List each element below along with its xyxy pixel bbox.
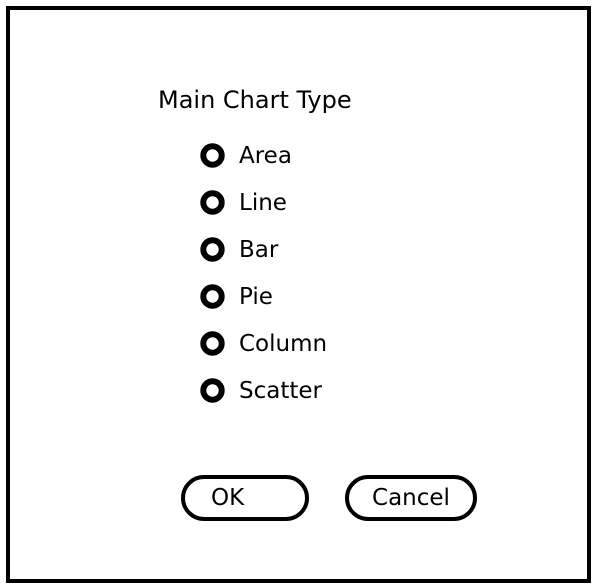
- radio-button-icon[interactable]: [200, 284, 225, 309]
- group-title: Main Chart Type: [158, 86, 352, 114]
- chart-type-dialog: Main Chart Type Area Line Bar Pie Column…: [6, 6, 591, 583]
- radio-button-icon[interactable]: [200, 331, 225, 356]
- radio-label: Pie: [239, 283, 273, 310]
- radio-button-icon[interactable]: [200, 378, 225, 403]
- radio-option-bar[interactable]: Bar: [200, 226, 327, 273]
- radio-button-icon[interactable]: [200, 143, 225, 168]
- radio-option-column[interactable]: Column: [200, 320, 327, 367]
- radio-button-icon[interactable]: [200, 237, 225, 262]
- cancel-button[interactable]: Cancel: [345, 475, 477, 521]
- radio-label: Area: [239, 142, 292, 169]
- radio-option-scatter[interactable]: Scatter: [200, 367, 327, 414]
- ok-button[interactable]: OK: [181, 475, 309, 521]
- radio-label: Line: [239, 189, 287, 216]
- radio-option-pie[interactable]: Pie: [200, 273, 327, 320]
- radio-option-line[interactable]: Line: [200, 179, 327, 226]
- radio-option-area[interactable]: Area: [200, 132, 327, 179]
- chart-type-radio-group: Area Line Bar Pie Column Scatter: [200, 132, 327, 414]
- radio-button-icon[interactable]: [200, 190, 225, 215]
- radio-label: Bar: [239, 236, 279, 263]
- radio-label: Scatter: [239, 377, 322, 404]
- radio-label: Column: [239, 330, 328, 357]
